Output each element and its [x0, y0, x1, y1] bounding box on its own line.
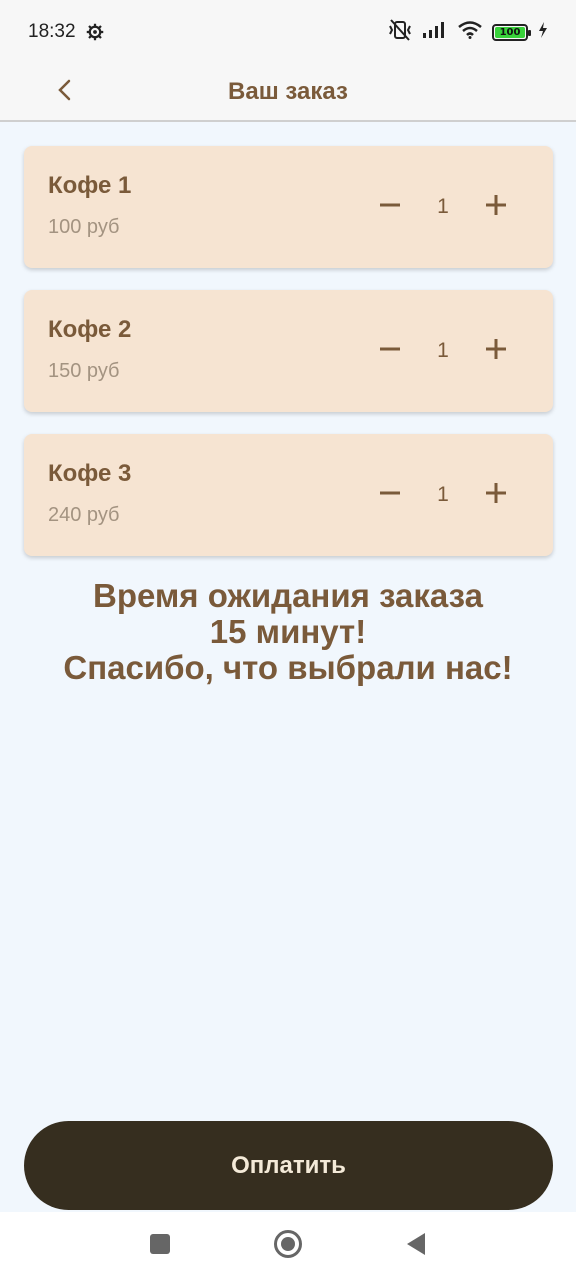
- status-bar: 18:32 100: [0, 0, 576, 64]
- item-price: 100 руб: [48, 216, 120, 238]
- increase-quantity-button[interactable]: [479, 190, 513, 224]
- square-icon: [149, 1233, 171, 1260]
- signal-icon: [422, 21, 448, 44]
- home-button[interactable]: [273, 1229, 303, 1264]
- item-name: Кофе 1: [48, 172, 132, 199]
- decrease-quantity-button[interactable]: [373, 190, 407, 224]
- plus-icon: [484, 481, 508, 510]
- status-time: 18:32: [28, 21, 76, 42]
- minus-icon: [378, 193, 402, 222]
- quantity-stepper: 1: [373, 328, 513, 374]
- order-item-card: Кофе 1 100 руб 1: [24, 146, 553, 268]
- item-price: 150 руб: [48, 360, 120, 382]
- decrease-quantity-button[interactable]: [373, 334, 407, 368]
- charging-icon: [538, 21, 548, 43]
- order-items-list: Кофе 1 100 руб 1 Кофе 2 150 руб 1 Кофе 3…: [24, 146, 553, 578]
- circle-icon: [273, 1229, 303, 1264]
- recents-button[interactable]: [145, 1231, 175, 1261]
- battery-level: 100: [495, 26, 525, 38]
- status-icons: 100: [388, 18, 548, 46]
- message-line-1: Время ожидания заказа: [92, 577, 483, 614]
- quantity-value: 1: [437, 483, 449, 506]
- battery-icon: 100: [492, 23, 531, 41]
- quantity-stepper: 1: [373, 472, 513, 518]
- back-button[interactable]: [44, 72, 84, 112]
- item-price: 240 руб: [48, 504, 120, 526]
- wait-time-message: Время ожидания заказа 15 минут! Спасибо,…: [0, 578, 576, 686]
- increase-quantity-button[interactable]: [479, 478, 513, 512]
- mute-vibrate-icon: [388, 18, 412, 46]
- app-bar: Ваш заказ: [0, 64, 576, 122]
- system-nav-bar: [0, 1212, 576, 1280]
- quantity-value: 1: [437, 195, 449, 218]
- item-name: Кофе 3: [48, 460, 132, 487]
- message-line-3: Спасибо, что выбрали нас!: [63, 649, 513, 686]
- quantity-value: 1: [437, 339, 449, 362]
- order-item-card: Кофе 2 150 руб 1: [24, 290, 553, 412]
- quantity-stepper: 1: [373, 184, 513, 230]
- minus-icon: [378, 481, 402, 510]
- decrease-quantity-button[interactable]: [373, 478, 407, 512]
- order-item-card: Кофе 3 240 руб 1: [24, 434, 553, 556]
- plus-icon: [484, 337, 508, 366]
- chevron-left-icon: [56, 78, 72, 107]
- settings-gear-icon: [86, 23, 104, 41]
- minus-icon: [378, 337, 402, 366]
- wifi-icon: [458, 20, 482, 44]
- back-nav-button[interactable]: [401, 1231, 431, 1261]
- plus-icon: [484, 193, 508, 222]
- page-title: Ваш заказ: [228, 78, 348, 105]
- message-line-2: 15 минут!: [209, 613, 367, 650]
- triangle-back-icon: [405, 1232, 427, 1261]
- item-name: Кофе 2: [48, 316, 132, 343]
- increase-quantity-button[interactable]: [479, 334, 513, 368]
- pay-button[interactable]: Оплатить: [24, 1121, 553, 1210]
